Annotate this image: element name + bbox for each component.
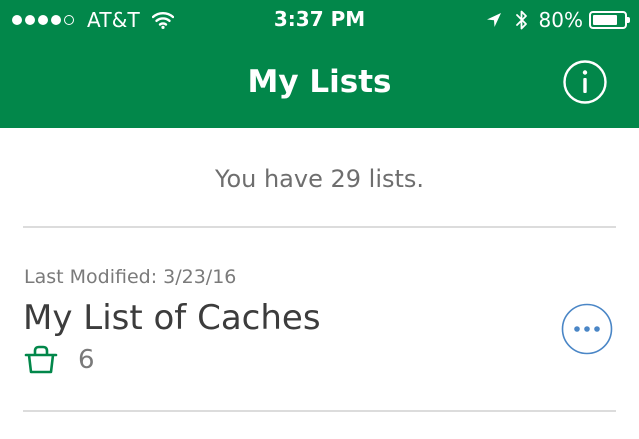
battery-icon bbox=[589, 11, 630, 29]
page-title: My Lists bbox=[247, 64, 392, 100]
last-modified-label: Last Modified: 3/23/16 bbox=[24, 266, 237, 288]
ellipsis-circle-icon bbox=[561, 303, 613, 355]
bluetooth-icon bbox=[515, 10, 527, 30]
cache-count: 6 bbox=[78, 345, 95, 375]
status-right: 80% bbox=[485, 8, 630, 32]
basket-icon bbox=[24, 345, 58, 374]
more-options-button[interactable] bbox=[561, 303, 613, 355]
cache-count-row: 6 bbox=[24, 345, 95, 375]
divider bbox=[23, 410, 616, 412]
list-name: My List of Caches bbox=[23, 298, 321, 338]
lists-summary: You have 29 lists. bbox=[214, 165, 425, 193]
app-screen: AT&T 3:37 PM 80% My Lists You have 29 li… bbox=[0, 0, 639, 439]
location-arrow-icon bbox=[486, 13, 501, 27]
nav-bar: My Lists bbox=[0, 40, 639, 128]
battery-fill bbox=[593, 15, 617, 25]
header: AT&T 3:37 PM 80% My Lists bbox=[0, 0, 639, 128]
list-item[interactable]: Last Modified: 3/23/16 My List of Caches… bbox=[0, 228, 639, 410]
status-bar: AT&T 3:37 PM 80% bbox=[0, 0, 639, 40]
battery-percent: 80% bbox=[538, 8, 583, 32]
info-button[interactable] bbox=[562, 59, 608, 105]
info-circle-icon bbox=[563, 60, 607, 104]
